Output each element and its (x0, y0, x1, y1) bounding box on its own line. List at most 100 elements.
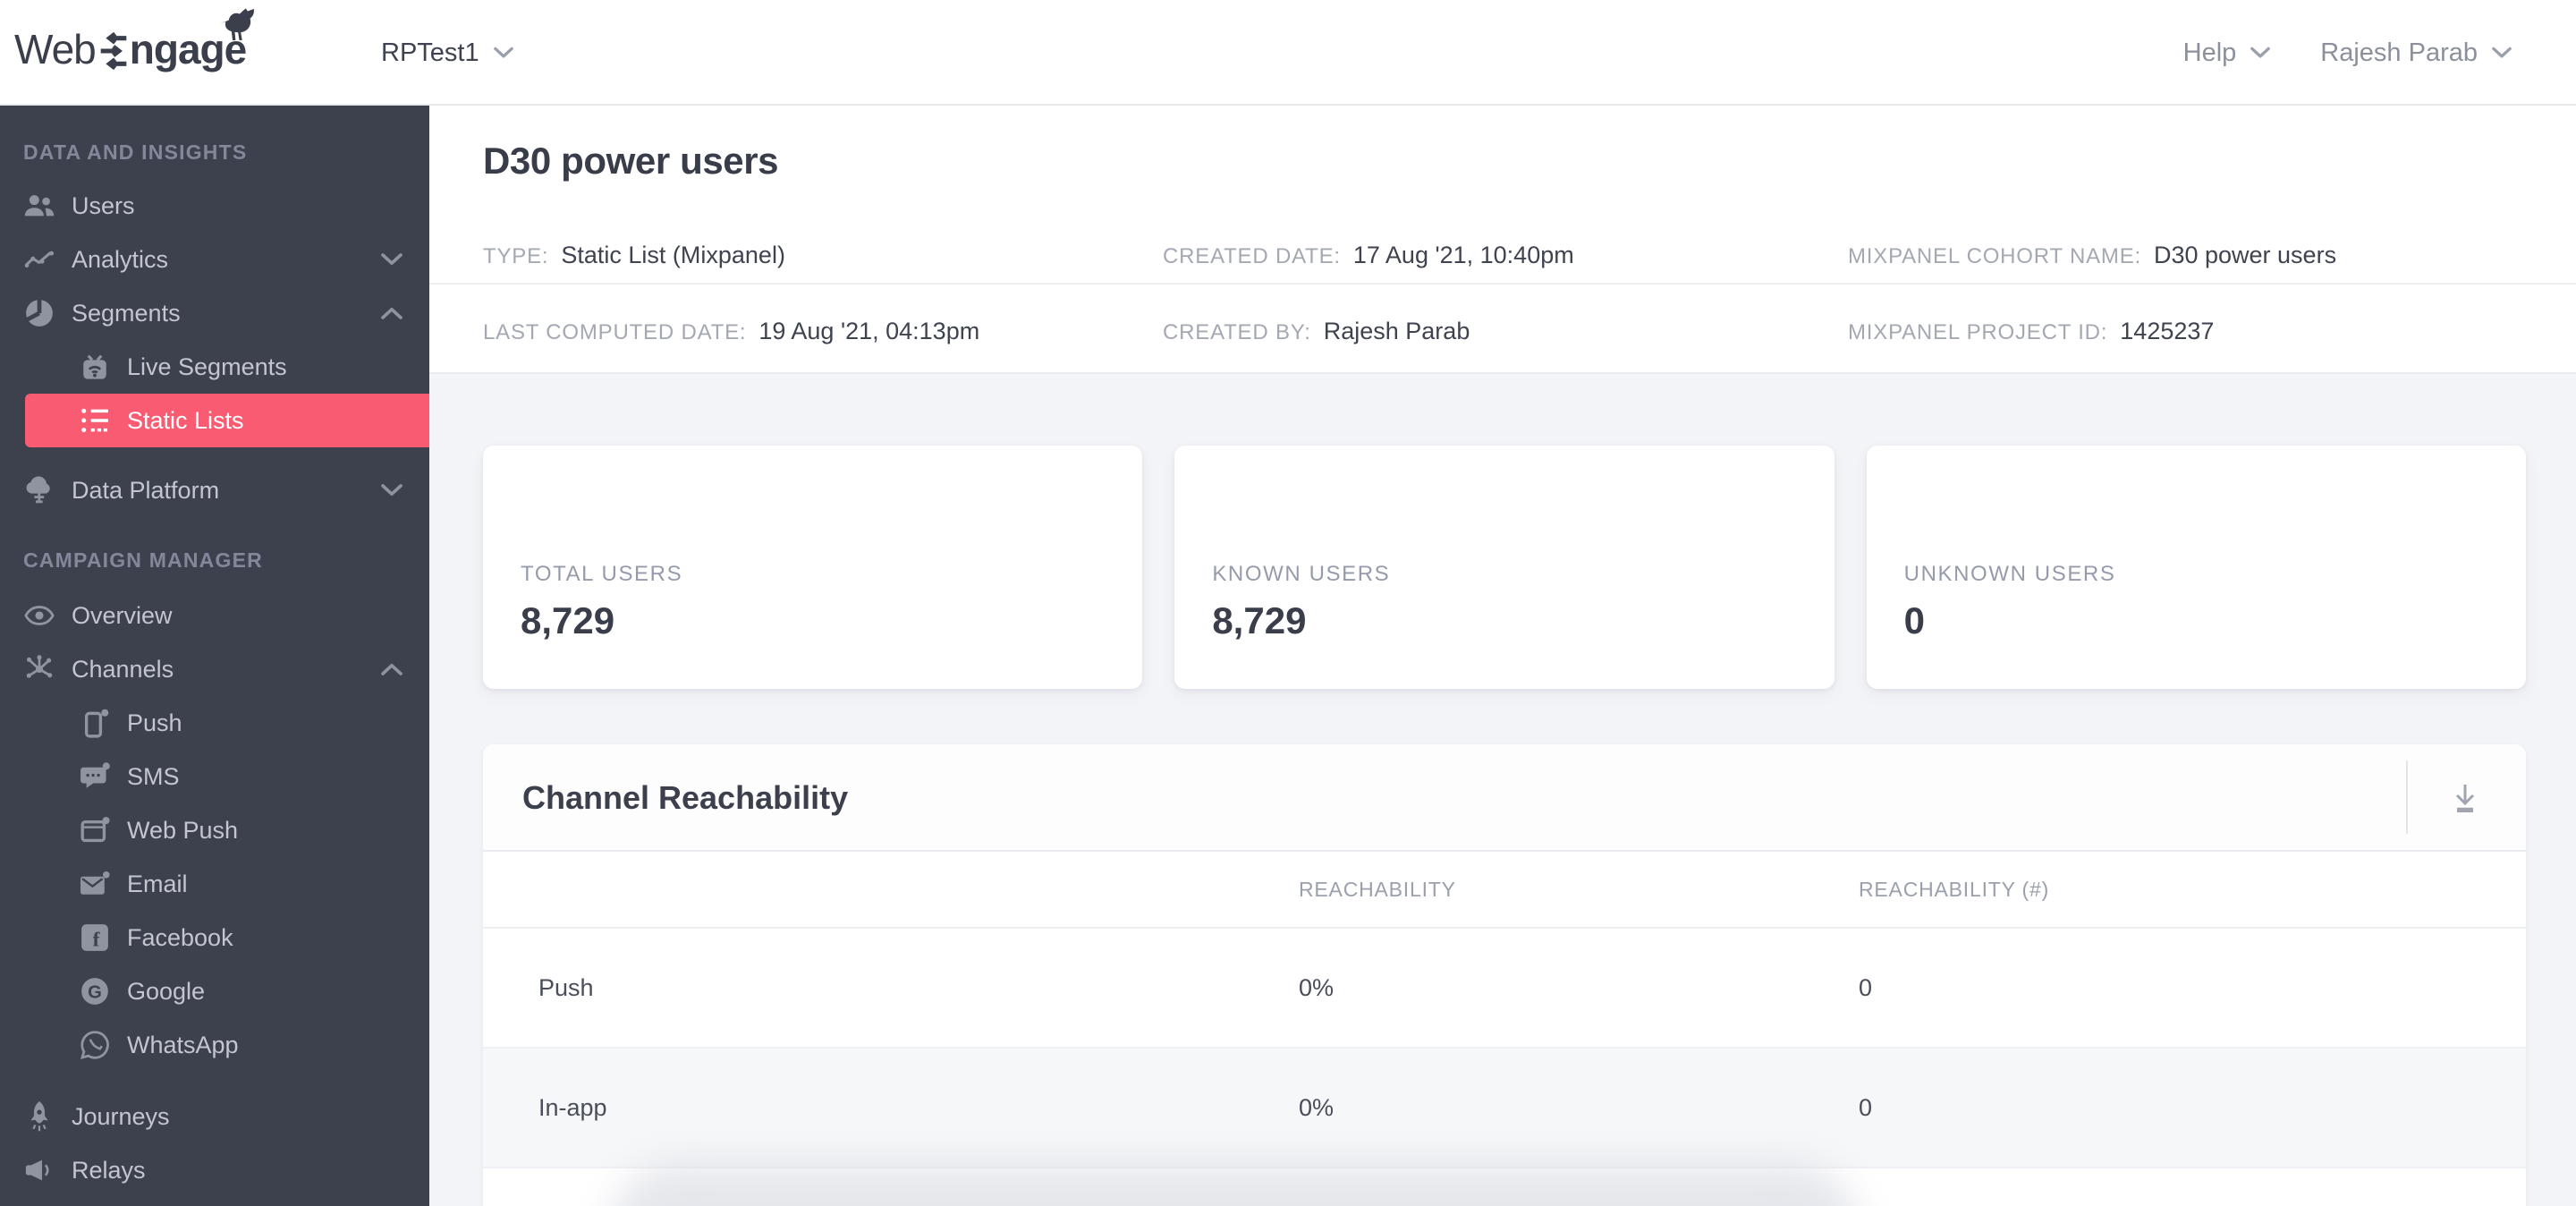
sidebar-item-label: Push (127, 709, 182, 736)
reachability-count: 0 (1859, 1093, 1873, 1121)
stat-value: 0 (1903, 599, 1926, 641)
table-header-reachability: REACHABILITY (1299, 877, 1456, 901)
facebook-icon: f (79, 921, 111, 954)
table-row-push[interactable]: Push 0% 0 (483, 929, 2526, 1049)
sidebar-item-journeys[interactable]: Journeys (0, 1090, 429, 1143)
main-content: D30 power users TYPE: Static List (Mixpan… (429, 106, 2576, 1206)
logo-text-web: Web (14, 26, 97, 72)
sidebar-item-channels[interactable]: Channels (0, 642, 429, 696)
sidebar-item-label: Analytics (72, 245, 169, 273)
sidebar-item-static-lists[interactable]: Static Lists (25, 394, 429, 447)
meta-row-1: TYPE: Static List (Mixpanel) CREATED DATE… (483, 224, 2526, 283)
sidebar-item-label: Static Lists (127, 406, 244, 434)
sidebar-item-label: WhatsApp (127, 1031, 239, 1058)
sidebar-item-email[interactable]: Email (0, 857, 429, 911)
chevron-down-icon (493, 47, 513, 59)
channel-reachability-panel: Channel Reachability REACHABILITY REACHA… (483, 744, 2526, 1206)
google-icon: G (79, 975, 111, 1007)
relays-icon (23, 1154, 55, 1186)
panel-header: Channel Reachability (483, 744, 2526, 852)
chevron-down-icon[interactable] (381, 252, 402, 267)
email-icon (79, 868, 111, 900)
sidebar-item-label: Web Push (127, 816, 239, 844)
sidebar-item-label: SMS (127, 762, 180, 790)
content-area: TOTAL USERS 8,729 KNOWN USERS 8,729 UNKN… (429, 374, 2576, 1206)
help-menu[interactable]: Help (2183, 38, 2271, 68)
web-push-icon (79, 814, 111, 846)
topbar-right-group: Help Rajesh Parab (2183, 0, 2512, 106)
download-button[interactable] (2438, 771, 2492, 825)
chevron-up-icon[interactable] (381, 306, 402, 320)
table-row-in-app[interactable]: In-app 0% 0 (483, 1049, 2526, 1168)
user-menu[interactable]: Rajesh Parab (2320, 38, 2512, 68)
sidebar-item-label: Live Segments (127, 352, 287, 380)
sidebar-item-users[interactable]: Users (0, 179, 429, 233)
sidebar-item-label: Google (127, 977, 206, 1005)
chevron-down-icon[interactable] (381, 483, 402, 497)
page-header: D30 power users TYPE: Static List (Mixpan… (429, 106, 2576, 374)
data-platform-icon (23, 474, 55, 506)
sidebar-item-overview[interactable]: Overview (0, 589, 429, 642)
sidebar-section-campaign-manager: CAMPAIGN MANAGER (23, 548, 263, 572)
chevron-up-icon[interactable] (381, 662, 402, 676)
panel-header-divider (2406, 760, 2408, 834)
top-navigation-bar: Web ngage RPTest1 Help Rajesh Parab (0, 0, 2576, 106)
stat-value: 8,729 (521, 599, 615, 641)
segments-icon (23, 297, 55, 329)
analytics-icon (23, 243, 55, 276)
sidebar-item-label: Channels (72, 655, 174, 683)
meta-last-computed-date: LAST COMPUTED DATE: 19 Aug '21, 04:13pm (483, 317, 980, 344)
chevron-down-icon (2492, 47, 2512, 59)
bottom-scroll-shadow (608, 1163, 1860, 1206)
sidebar-item-label: Users (72, 191, 135, 219)
sidebar-item-facebook[interactable]: f Facebook (0, 911, 429, 964)
table-header-row: REACHABILITY REACHABILITY (#) (483, 852, 2526, 929)
project-switcher[interactable]: RPTest1 (381, 0, 513, 106)
sidebar-item-relays[interactable]: Relays (0, 1143, 429, 1197)
sidebar-item-label: Segments (72, 299, 181, 327)
sidebar-item-sms[interactable]: SMS (0, 750, 429, 803)
logo-e-arrows-icon (100, 32, 127, 70)
meta-mixpanel-cohort-name: MIXPANEL COHORT NAME: D30 power users (1848, 241, 2337, 268)
panel-title: Channel Reachability (522, 779, 849, 816)
journeys-icon (23, 1100, 55, 1133)
meta-row-2: LAST COMPUTED DATE: 19 Aug '21, 04:13pm C… (483, 285, 2526, 374)
svg-text:G: G (88, 983, 102, 1003)
sidebar-item-google[interactable]: G Google (0, 964, 429, 1018)
download-icon (2455, 785, 2475, 812)
reachability-count: 0 (1859, 973, 1873, 1001)
reachability-percent: 0% (1299, 1093, 1335, 1121)
reachability-percent: 0% (1299, 973, 1335, 1001)
sidebar-item-data-platform[interactable]: Data Platform (0, 463, 429, 517)
table-header-reachability-count: REACHABILITY (#) (1859, 877, 2050, 901)
stat-label: KNOWN USERS (1212, 562, 1391, 586)
sidebar-item-push[interactable]: Push (0, 696, 429, 750)
sidebar-item-label: Facebook (127, 923, 233, 951)
channels-icon (23, 653, 55, 685)
sidebar-item-live-segments[interactable]: Live Segments (0, 340, 429, 394)
sidebar-navigation: DATA AND INSIGHTS Users Analytics Segmen… (0, 106, 429, 1206)
sidebar-item-analytics[interactable]: Analytics (0, 233, 429, 286)
webengage-logo[interactable]: Web ngage (14, 8, 255, 73)
sidebar-item-label: Email (127, 870, 188, 897)
channel-name: Push (538, 973, 594, 1001)
push-icon (79, 707, 111, 739)
page-title: D30 power users (483, 140, 779, 182)
channel-name: In-app (538, 1093, 607, 1121)
stat-value: 8,729 (1212, 599, 1307, 641)
meta-created-date: CREATED DATE: 17 Aug '21, 10:40pm (1163, 241, 1574, 268)
sidebar-item-label: Relays (72, 1156, 146, 1184)
stat-card-total-users: TOTAL USERS 8,729 (483, 446, 1143, 689)
sidebar-item-segments[interactable]: Segments (0, 286, 429, 340)
stat-card-known-users: KNOWN USERS 8,729 (1174, 446, 1835, 689)
stat-cards-row: TOTAL USERS 8,729 KNOWN USERS 8,729 UNKN… (483, 446, 2526, 689)
sidebar-item-label: Overview (72, 601, 173, 629)
sidebar-item-label: Data Platform (72, 476, 220, 504)
sidebar-item-whatsapp[interactable]: WhatsApp (0, 1018, 429, 1072)
webengage-bird-icon (220, 8, 255, 40)
whatsapp-icon (79, 1029, 111, 1061)
meta-mixpanel-project-id: MIXPANEL PROJECT ID: 1425237 (1848, 317, 2215, 344)
sidebar-section-data-and-insights: DATA AND INSIGHTS (23, 140, 248, 164)
static-lists-icon (79, 404, 111, 437)
sidebar-item-web-push[interactable]: Web Push (0, 803, 429, 857)
